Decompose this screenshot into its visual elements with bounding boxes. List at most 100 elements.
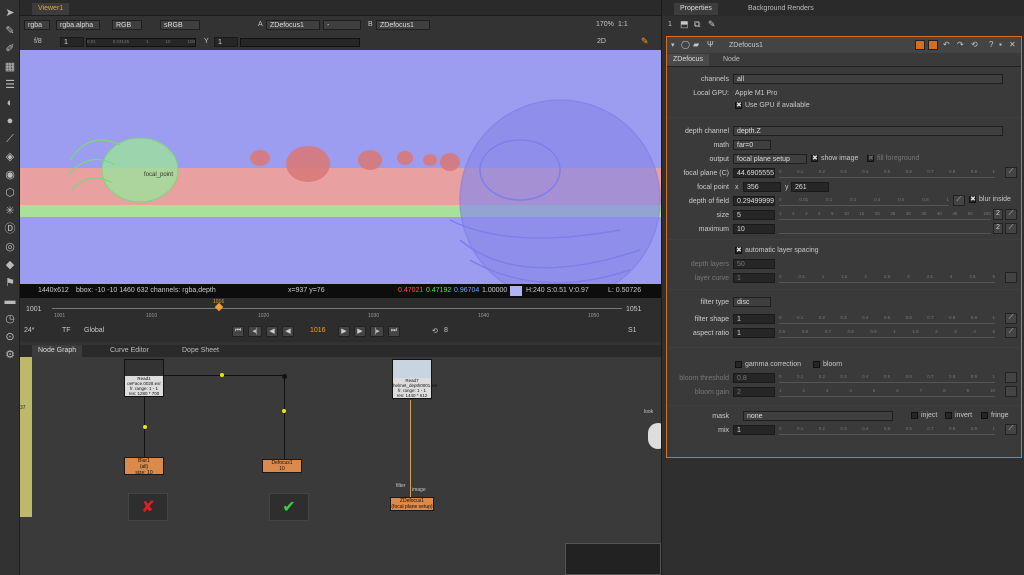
dof-slider[interactable]: 0 0.01 0.1 0.2 0.4 0.6 0.8 1 — [779, 196, 949, 206]
focal-plane-slider[interactable]: 0 0.1 0.2 0.3 0.4 0.5 0.6 0.7 0.8 0.9 1 — [779, 168, 995, 178]
filter-shape-slider[interactable]: 0 0.1 0.2 0.3 0.4 0.5 0.6 0.7 0.8 0.9 1 — [779, 314, 995, 324]
focal-point-y-field[interactable]: 261 — [791, 182, 829, 192]
maximum-slider[interactable] — [779, 224, 991, 234]
edge-dot[interactable] — [282, 409, 286, 413]
draw-icon[interactable]: ✎ — [3, 24, 17, 38]
tab-background-renders[interactable]: Background Renders — [742, 3, 820, 15]
use-gpu-checkbox[interactable]: ✖ — [735, 102, 742, 109]
next-key-button[interactable]: |▸ — [370, 326, 384, 337]
edge-dot[interactable] — [220, 373, 224, 377]
play-button[interactable]: ▶ — [338, 326, 350, 337]
aspect-ratio-curve-button[interactable]: ⟋ — [1005, 327, 1017, 338]
metadata-icon[interactable]: ◆ — [3, 258, 17, 272]
auto-layer-checkbox[interactable]: ✖ — [735, 247, 742, 254]
aspect-ratio-slider[interactable]: 0.5 0.6 0.7 0.8 0.9 1 1.5 2 3 4 5 — [779, 328, 995, 338]
increment-value[interactable]: 8 — [444, 327, 448, 334]
compare-dropdown[interactable]: - — [323, 20, 361, 30]
tab-viewer1[interactable]: Viewer1 — [32, 3, 70, 15]
read1-node[interactable]: Read1 oeFace.0028.exr fr. range: 1 - 1 r… — [124, 359, 164, 397]
mix-field[interactable]: 1 — [733, 425, 775, 435]
deep-icon[interactable]: Ⓓ — [3, 222, 17, 236]
bloom-gain-slider[interactable]: 1 2 3 4 5 6 7 8 9 10 — [779, 387, 995, 397]
focal-point-x-field[interactable]: 356 — [743, 182, 781, 192]
close-icon[interactable]: ✕ — [1009, 40, 1016, 49]
offscreen-node[interactable] — [648, 423, 661, 449]
undo-icon[interactable]: ↶ — [943, 40, 950, 49]
views-icon[interactable]: ◎ — [3, 240, 17, 254]
prev-frame-button[interactable]: ◀ — [266, 326, 278, 337]
inject-checkbox[interactable] — [911, 412, 918, 419]
zdefocus1-node[interactable]: ZDefocus1 (focal plane setup) — [390, 497, 434, 511]
properties-count[interactable]: 1 — [668, 21, 672, 28]
tab-dope-sheet[interactable]: Dope Sheet — [176, 345, 225, 357]
depth-layers-field[interactable]: 50 — [733, 259, 775, 269]
goto-start-button[interactable]: ⏮ — [232, 326, 244, 337]
layers-icon[interactable]: ☰ — [3, 78, 17, 92]
ofx-icon[interactable]: ⊙ — [3, 330, 17, 344]
tab-node[interactable]: Node — [717, 54, 746, 66]
scope-dropdown[interactable]: Global — [84, 327, 104, 334]
read7-node[interactable]: Read7 helmet_depth0001.exr fr. range: 1 … — [392, 359, 438, 399]
size-slider[interactable]: 1 2 3 4 5 10 15 20 25 30 35 40 45 50 100 — [779, 210, 991, 220]
collapse-icon[interactable]: ▾ — [671, 41, 675, 49]
bloom-gain-button[interactable] — [1005, 386, 1017, 397]
pencil-icon[interactable]: ✎ — [641, 36, 649, 47]
timeline[interactable]: 1001 1001 1010 1020 1030 1040 1050 1016 … — [20, 298, 661, 322]
filter-type-dropdown[interactable]: disc — [733, 297, 771, 307]
blur-inside-checkbox[interactable]: ✖ — [969, 196, 976, 203]
node-name[interactable]: ZDefocus1 — [729, 42, 763, 49]
float-icon[interactable]: ⧉ — [694, 19, 700, 30]
focal-plane-curve-button[interactable]: ⟋ — [1005, 167, 1017, 178]
display-dropdown[interactable]: sRGB — [160, 20, 200, 30]
pen-icon[interactable]: ✎ — [708, 19, 716, 30]
redo-icon[interactable]: ↷ — [957, 40, 964, 49]
blur1-node[interactable]: Blur1 (all) size: 10 — [124, 457, 164, 476]
layer-curve-slider[interactable]: 0 0.5 1 1.5 2 2.5 3 3.5 4 4.5 5 — [779, 273, 995, 283]
maximum-split-button[interactable]: 2 — [993, 223, 1003, 234]
next-frame-button[interactable]: ▶ — [354, 326, 366, 337]
depth-channel-dropdown[interactable]: depth.Z — [733, 126, 1003, 136]
fringe-checkbox[interactable] — [981, 412, 988, 419]
transform-icon[interactable]: ⬡ — [3, 186, 17, 200]
input-a-dropdown[interactable]: ZDefocus1 — [266, 20, 320, 30]
revert-icon[interactable]: ⟲ — [971, 40, 978, 49]
timeline-track[interactable] — [52, 308, 622, 309]
curve-icon[interactable]: ⟋ — [3, 132, 17, 146]
python-icon[interactable]: ⚙ — [3, 348, 17, 362]
aspect-ratio-field[interactable]: 1 — [733, 328, 775, 338]
colorspace-dropdown[interactable]: RGB — [112, 20, 142, 30]
goto-end-button[interactable]: ⏭ — [388, 326, 400, 337]
current-frame[interactable]: 1016 — [310, 327, 326, 334]
pointer-icon[interactable]: ➤ — [3, 6, 17, 20]
zoom-value[interactable]: 170% — [596, 21, 614, 28]
bloom-gain-field[interactable]: 2 — [733, 387, 775, 397]
tab-zdefocus[interactable]: ZDefocus — [667, 54, 709, 66]
bloom-threshold-slider[interactable]: 0 0.1 0.2 0.3 0.4 0.5 0.6 0.7 0.8 0.9 1 — [779, 373, 995, 383]
filter-icon[interactable]: ◈ — [3, 150, 17, 164]
timeline-end[interactable]: 1051 — [626, 306, 642, 313]
bloom-threshold-field[interactable]: 0.8 — [733, 373, 775, 383]
filter-shape-curve-button[interactable]: ⟋ — [1005, 313, 1017, 324]
show-image-checkbox[interactable]: ✖ — [811, 155, 818, 162]
play-back-button[interactable]: ◀ — [282, 326, 294, 337]
fill-foreground-checkbox[interactable]: ✖ — [867, 155, 874, 162]
tab-properties[interactable]: Properties — [674, 3, 718, 15]
keyer-icon[interactable]: ◉ — [3, 168, 17, 182]
invert-checkbox[interactable] — [945, 412, 952, 419]
defocus1-node[interactable]: Defocus1 10 — [262, 459, 302, 473]
maximum-curve-button[interactable]: ⟋ — [1005, 223, 1017, 234]
gamma-field[interactable]: 1 — [214, 37, 238, 47]
bloom-checkbox[interactable] — [813, 361, 820, 368]
layer-curve-button[interactable] — [1005, 272, 1017, 283]
tab-node-graph[interactable]: Node Graph — [32, 345, 83, 357]
circle-icon[interactable]: ◯ — [681, 40, 690, 49]
mask-dropdown[interactable]: none — [743, 411, 893, 421]
help-icon[interactable]: ? — [989, 40, 993, 49]
tuning-fork-icon[interactable]: Ψ — [707, 40, 714, 49]
color-icon[interactable]: ● — [3, 114, 17, 128]
timeline-start[interactable]: 1001 — [26, 306, 42, 313]
fps-value[interactable]: 24* — [24, 327, 35, 334]
gain-ruler[interactable]: 0.01 0.03125 1 10 100 — [86, 38, 196, 47]
minimap[interactable] — [565, 543, 661, 575]
loop-icon[interactable]: ⟲ — [432, 327, 438, 335]
